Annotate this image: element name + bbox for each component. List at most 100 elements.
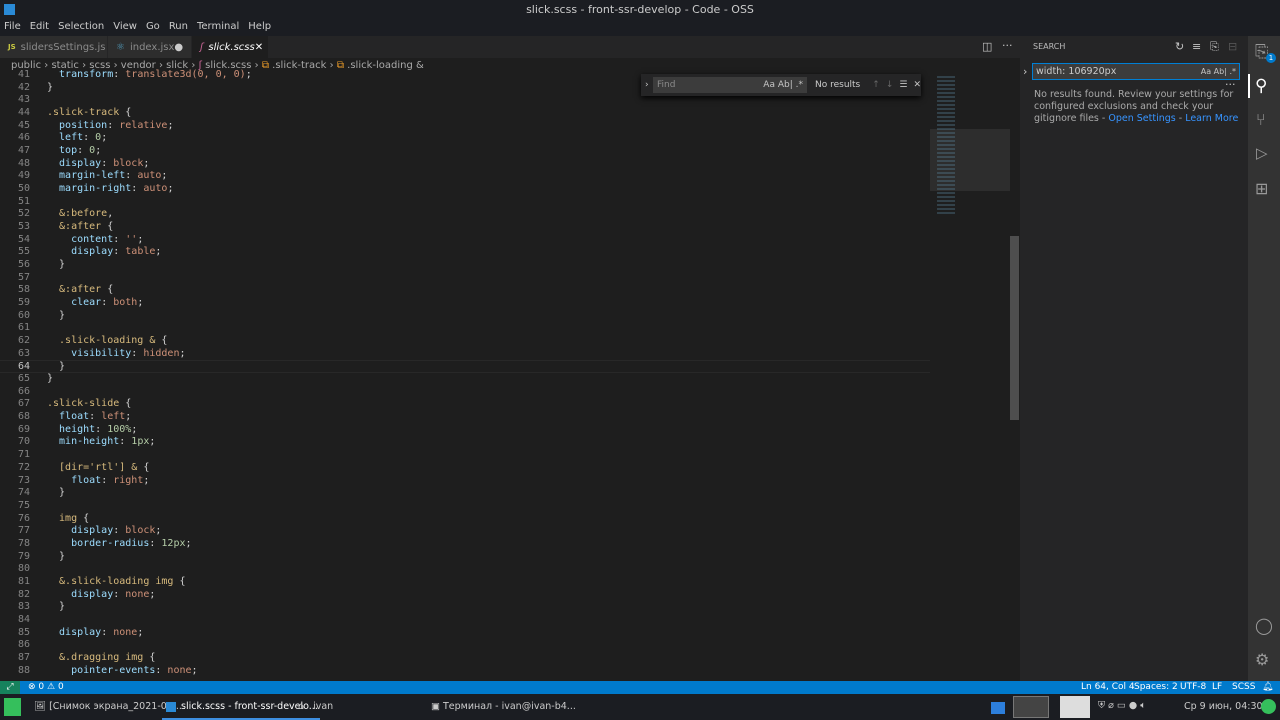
- code-line[interactable]: 63 visibility: hidden;: [0, 348, 930, 361]
- menu-edit[interactable]: Edit: [30, 20, 49, 36]
- menu-terminal[interactable]: Terminal: [197, 20, 239, 36]
- workspace-icon[interactable]: [991, 702, 1005, 714]
- code-line[interactable]: 59 clear: both;: [0, 297, 930, 310]
- more-actions-icon[interactable]: ···: [1002, 39, 1013, 52]
- code-line[interactable]: 55 display: table;: [0, 246, 930, 259]
- find-in-selection-icon[interactable]: ☰: [899, 80, 907, 90]
- menu-file[interactable]: File: [4, 20, 21, 36]
- account-icon[interactable]: ◯: [1255, 616, 1273, 635]
- open-settings-link[interactable]: Open Settings: [1108, 113, 1175, 124]
- toggle-replace-icon[interactable]: ›: [645, 80, 649, 90]
- remote-icon[interactable]: ⤢: [0, 681, 20, 694]
- code-line[interactable]: 67 .slick-slide {: [0, 398, 930, 411]
- tab-sliders-settings[interactable]: JS slidersSettings.js: [0, 36, 107, 58]
- split-editor-icon[interactable]: ◫: [982, 40, 992, 53]
- code-line[interactable]: 78 border-radius: 12px;: [0, 538, 930, 551]
- taskbar-item-screenshot[interactable]: 🖼︎ [Снимок экрана_2021-06...: [34, 701, 182, 712]
- code-line[interactable]: 61: [0, 322, 930, 335]
- code-line[interactable]: 53 &:after {: [0, 221, 930, 234]
- code-line[interactable]: 77 display: block;: [0, 525, 930, 538]
- code-line[interactable]: 82 display: none;: [0, 589, 930, 602]
- code-line[interactable]: 88 pointer-events: none;: [0, 665, 930, 678]
- code-line[interactable]: 73 float: right;: [0, 475, 930, 488]
- code-line[interactable]: 75: [0, 500, 930, 513]
- code-line[interactable]: 80: [0, 563, 930, 576]
- code-line[interactable]: 58 &:after {: [0, 284, 930, 297]
- code-line[interactable]: 47 top: 0;: [0, 145, 930, 158]
- taskbar-item-home[interactable]: ⌂ ivan: [298, 701, 333, 712]
- learn-more-link[interactable]: Learn More: [1185, 113, 1238, 124]
- menu-go[interactable]: Go: [146, 20, 160, 36]
- tab-index-jsx[interactable]: ⚛ index.jsx ●: [108, 36, 191, 58]
- code-line[interactable]: 85 display: none;: [0, 627, 930, 640]
- code-line[interactable]: 74 }: [0, 487, 930, 500]
- telegram-icon[interactable]: [1013, 696, 1049, 718]
- end-of-line[interactable]: LF: [1212, 681, 1222, 694]
- code-line[interactable]: 71: [0, 449, 930, 462]
- code-line[interactable]: 87 &.dragging img {: [0, 652, 930, 665]
- whole-word-icon[interactable]: Ab|: [778, 80, 793, 90]
- code-line[interactable]: 81 &.slick-loading img {: [0, 576, 930, 589]
- update-icon[interactable]: [1261, 699, 1276, 714]
- code-editor[interactable]: 41 transform: translate3d(0, 0, 0); 42} 43…: [0, 69, 930, 676]
- find-input[interactable]: Find Aa Ab| .*: [653, 77, 807, 93]
- match-case-icon[interactable]: Aa: [763, 80, 775, 90]
- code-line[interactable]: 44 .slick-track {: [0, 107, 930, 120]
- code-line[interactable]: 54 content: '';: [0, 234, 930, 247]
- run-debug-icon[interactable]: ▷: [1256, 144, 1268, 162]
- cursor-position[interactable]: Ln 64, Col 4: [1081, 681, 1135, 694]
- close-find-icon[interactable]: ✕: [913, 80, 921, 90]
- code-line[interactable]: 57: [0, 272, 930, 285]
- code-line[interactable]: 68 float: left;: [0, 411, 930, 424]
- next-match-icon[interactable]: ↓: [886, 80, 894, 90]
- code-line[interactable]: 62 .slick-loading & {: [0, 335, 930, 348]
- taskbar-item-code[interactable]: slick.scss - front-ssr-develo...: [162, 694, 320, 720]
- tray-icons[interactable]: ⛨ ⌀ ▭ ● 🔈︎: [1098, 700, 1146, 711]
- encoding[interactable]: UTF-8: [1180, 681, 1206, 694]
- search-icon[interactable]: ⚲: [1255, 76, 1267, 96]
- code-line[interactable]: 86: [0, 639, 930, 652]
- modified-dot-icon[interactable]: ●: [174, 42, 183, 53]
- code-line[interactable]: 79 }: [0, 551, 930, 564]
- close-icon[interactable]: ✕: [255, 42, 263, 53]
- extensions-icon[interactable]: ⊞: [1255, 179, 1268, 198]
- code-line[interactable]: 49 margin-left: auto;: [0, 170, 930, 183]
- collapse-all-icon[interactable]: ⊟: [1228, 40, 1237, 53]
- source-control-icon[interactable]: ⑂: [1256, 110, 1266, 129]
- start-menu-icon[interactable]: [4, 698, 21, 716]
- code-line[interactable]: 83 }: [0, 601, 930, 614]
- menu-selection[interactable]: Selection: [58, 20, 104, 36]
- code-line[interactable]: 64 }: [0, 360, 930, 374]
- clear-results-icon[interactable]: ≡: [1192, 40, 1201, 53]
- code-line[interactable]: 43: [0, 94, 930, 107]
- code-line[interactable]: 48 display: block;: [0, 158, 930, 171]
- editor-scrollbar[interactable]: [1010, 236, 1019, 420]
- code-line[interactable]: 52 &:before,: [0, 208, 930, 221]
- code-line[interactable]: 70 min-height: 1px;: [0, 436, 930, 449]
- indentation[interactable]: Spaces: 2: [1134, 681, 1178, 694]
- menu-help[interactable]: Help: [248, 20, 271, 36]
- refresh-icon[interactable]: ↻: [1175, 40, 1184, 53]
- code-line[interactable]: 66: [0, 386, 930, 399]
- match-case-icon[interactable]: Aa: [1201, 67, 1211, 76]
- menu-view[interactable]: View: [113, 20, 137, 36]
- code-line[interactable]: 45 position: relative;: [0, 120, 930, 133]
- tab-slick-scss[interactable]: ʃ slick.scss ✕: [192, 36, 268, 58]
- code-line[interactable]: 76 img {: [0, 513, 930, 526]
- settings-gear-icon[interactable]: ⚙: [1255, 650, 1269, 669]
- new-search-editor-icon[interactable]: ⎘: [1210, 40, 1219, 54]
- regex-icon[interactable]: .*: [796, 80, 803, 90]
- code-line[interactable]: 56 }: [0, 259, 930, 272]
- regex-icon[interactable]: .*: [1229, 67, 1236, 76]
- taskbar-item-terminal[interactable]: ▣ Терминал - ivan@ivan-b4...: [431, 701, 576, 712]
- code-line[interactable]: 51: [0, 196, 930, 209]
- clock[interactable]: Ср 9 июн, 04:30: [1184, 701, 1263, 712]
- code-line[interactable]: 65}: [0, 373, 930, 386]
- minimap[interactable]: [930, 74, 1010, 681]
- notifications-icon[interactable]: 🔔︎: [1262, 681, 1273, 694]
- code-line[interactable]: 69 height: 100%;: [0, 424, 930, 437]
- code-line[interactable]: 50 margin-right: auto;: [0, 183, 930, 196]
- previous-match-icon[interactable]: ↑: [872, 80, 880, 90]
- language-mode[interactable]: SCSS: [1232, 681, 1255, 694]
- code-line[interactable]: 46 left: 0;: [0, 132, 930, 145]
